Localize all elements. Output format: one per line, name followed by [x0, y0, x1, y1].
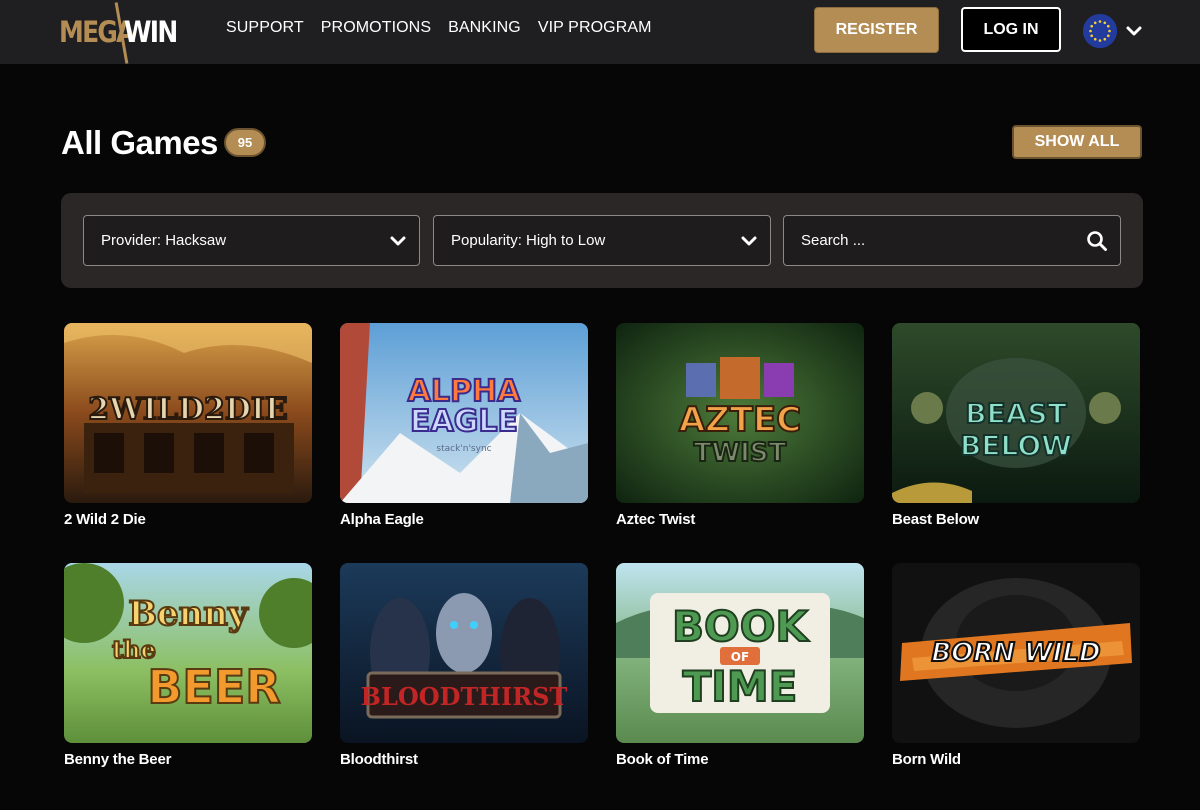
- game-thumbnail[interactable]: AZTEC TWIST: [616, 323, 864, 503]
- logo-win-text: WIN: [124, 15, 178, 49]
- game-art-text: BEER: [147, 660, 280, 714]
- game-card[interactable]: ALPHA EAGLE stack'n'sync Alpha Eagle: [340, 323, 588, 528]
- game-thumbnail[interactable]: ALPHA EAGLE stack'n'sync: [340, 323, 588, 503]
- game-title[interactable]: Aztec Twist: [616, 511, 864, 528]
- game-thumbnail[interactable]: Benny the BEER: [64, 563, 312, 743]
- game-art-text: EAGLE: [410, 404, 518, 439]
- game-art-text: BORN WILD: [931, 638, 1100, 668]
- game-art-text: TIME: [683, 662, 798, 711]
- register-button[interactable]: REGISTER: [814, 7, 939, 53]
- search-input[interactable]: Search ...: [783, 215, 1121, 266]
- provider-select[interactable]: Provider: Hacksaw: [83, 215, 420, 266]
- game-title[interactable]: 2 Wild 2 Die: [64, 511, 312, 528]
- provider-select-value: Provider: Hacksaw: [101, 232, 227, 249]
- page-title: All Games: [61, 124, 218, 161]
- game-art-text: BELOW: [960, 429, 1072, 462]
- game-art-text: TWIST: [694, 438, 787, 468]
- game-art-text: Benny: [128, 594, 249, 634]
- game-thumbnail[interactable]: BORN WILD: [892, 563, 1140, 743]
- eu-flag-icon[interactable]: [1083, 14, 1117, 48]
- game-card[interactable]: Benny the BEER Benny the Beer: [64, 563, 312, 768]
- game-card[interactable]: BLOODTHIRST Bloodthirst: [340, 563, 588, 768]
- game-card[interactable]: BEAST BELOW Beast Below: [892, 323, 1140, 528]
- game-thumbnail[interactable]: BEAST BELOW: [892, 323, 1140, 503]
- search-icon[interactable]: [1086, 230, 1108, 252]
- game-art-text: BOOK: [672, 602, 809, 651]
- game-card[interactable]: BORN WILD Born Wild: [892, 563, 1140, 768]
- nav-support-link[interactable]: SUPPORT: [226, 19, 304, 37]
- game-title[interactable]: Alpha Eagle: [340, 511, 588, 528]
- game-art-text: 2WILD2DIE: [88, 392, 288, 427]
- game-art-text: BLOODTHIRST: [361, 682, 568, 711]
- nav-promotions-link[interactable]: PROMOTIONS: [321, 19, 431, 37]
- game-title[interactable]: Beast Below: [892, 511, 1140, 528]
- game-title[interactable]: Born Wild: [892, 751, 1140, 768]
- main-nav: SUPPORT PROMOTIONS BANKING VIP PROGRAM: [226, 19, 652, 37]
- game-art-text: AZTEC: [679, 400, 801, 440]
- game-art-text: BEAST: [965, 397, 1066, 430]
- chevron-down-icon: [740, 232, 758, 250]
- game-card[interactable]: AZTEC TWIST Aztec Twist: [616, 323, 864, 528]
- chevron-down-icon[interactable]: [1125, 22, 1143, 40]
- game-thumbnail[interactable]: BLOODTHIRST: [340, 563, 588, 743]
- game-card[interactable]: 2WILD2DIE 2 Wild 2 Die: [64, 323, 312, 528]
- game-art-subtext: stack'n'sync: [436, 444, 491, 454]
- show-all-button[interactable]: SHOW ALL: [1012, 125, 1142, 159]
- game-title[interactable]: Benny the Beer: [64, 751, 312, 768]
- sort-select[interactable]: Popularity: High to Low: [433, 215, 771, 266]
- sort-select-value: Popularity: High to Low: [451, 232, 606, 249]
- filter-panel: Provider: Hacksaw Popularity: High to Lo…: [61, 193, 1143, 288]
- nav-banking-link[interactable]: BANKING: [448, 19, 521, 37]
- game-title[interactable]: Bloodthirst: [340, 751, 588, 768]
- nav-vip-program-link[interactable]: VIP PROGRAM: [538, 19, 652, 37]
- login-button[interactable]: LOG IN: [961, 7, 1061, 52]
- game-thumbnail[interactable]: BOOK OF TIME: [616, 563, 864, 743]
- games-count-badge: 95: [224, 128, 266, 157]
- top-navigation-bar: MEGA WIN SUPPORT PROMOTIONS BANKING VIP …: [0, 0, 1200, 64]
- chevron-down-icon: [389, 232, 407, 250]
- search-placeholder: Search ...: [801, 232, 866, 249]
- game-card[interactable]: BOOK OF TIME Book of Time: [616, 563, 864, 768]
- game-thumbnail[interactable]: 2WILD2DIE: [64, 323, 312, 503]
- game-title[interactable]: Book of Time: [616, 751, 864, 768]
- megawin-logo[interactable]: MEGA WIN: [58, 2, 182, 64]
